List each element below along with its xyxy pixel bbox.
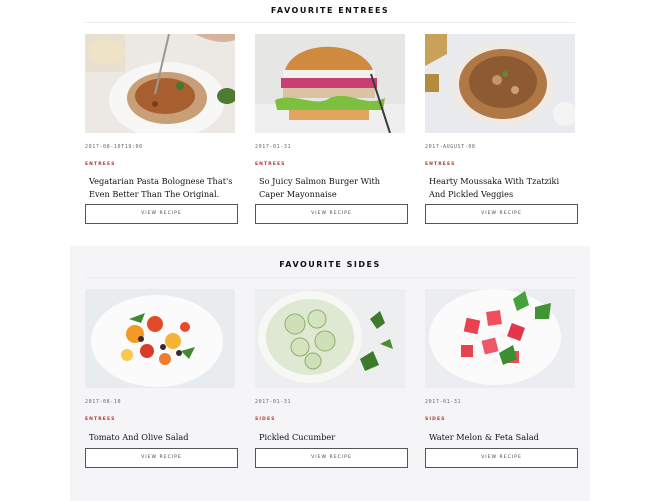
sides-section-title: FAVOURITE SIDES: [279, 260, 381, 269]
recipe-title[interactable]: Tomato And Olive Salad: [89, 431, 235, 444]
recipe-title[interactable]: Pickled Cucumber: [259, 431, 405, 444]
sides-divider: [85, 277, 575, 278]
recipe-title[interactable]: Water Melon & Feta Salad: [429, 431, 575, 444]
recipe-date: 2017-08-10T19:00: [85, 144, 143, 150]
recipe-date: 2017-AUGUST-08: [425, 144, 476, 150]
entrees-divider: [85, 22, 575, 23]
recipe-title[interactable]: Hearty Moussaka With Tzatziki And Pickle…: [429, 175, 575, 200]
recipe-category[interactable]: SIDES: [425, 417, 445, 422]
recipe-category[interactable]: ENTREES: [425, 162, 455, 167]
entree-card-moussaka: 2017-AUGUST-08 ENTREES Hearty Moussaka W…: [425, 34, 579, 224]
side-card-watermelon-feta: 2017-01-31 SIDES Water Melon & Feta Sala…: [425, 289, 579, 469]
view-recipe-button[interactable]: VIEW RECIPE: [85, 448, 238, 468]
view-recipe-button[interactable]: VIEW RECIPE: [425, 448, 578, 468]
recipe-date: 2017-01-31: [255, 399, 292, 405]
recipe-date: 2017-01-31: [425, 399, 462, 405]
recipe-title[interactable]: So Juicy Salmon Burger With Caper Mayonn…: [259, 175, 405, 200]
entrees-section-title: FAVOURITE ENTREES: [270, 6, 390, 15]
side-card-pickled-cucumber: 2017-01-31 SIDES Pickled Cucumber VIEW R…: [255, 289, 409, 469]
view-recipe-button[interactable]: VIEW RECIPE: [85, 204, 238, 224]
recipe-category[interactable]: SIDES: [255, 417, 275, 422]
watermelon-feta-salad-photo[interactable]: [425, 289, 575, 388]
pickled-cucumber-photo[interactable]: [255, 289, 405, 388]
moussaka-photo[interactable]: [425, 34, 575, 133]
recipe-date: 2017-08-10: [85, 399, 122, 405]
view-recipe-button[interactable]: VIEW RECIPE: [425, 204, 578, 224]
recipe-category[interactable]: ENTREES: [255, 162, 285, 167]
view-recipe-button[interactable]: VIEW RECIPE: [255, 204, 408, 224]
view-recipe-button[interactable]: VIEW RECIPE: [255, 448, 408, 468]
salmon-burger-photo[interactable]: [255, 34, 405, 133]
tomato-olive-salad-photo[interactable]: [85, 289, 235, 388]
entree-card-salmon-burger: 2017-01-31 ENTREES So Juicy Salmon Burge…: [255, 34, 409, 224]
recipe-category[interactable]: ENTREES: [85, 162, 115, 167]
recipe-date: 2017-01-31: [255, 144, 292, 150]
entree-card-pasta: 2017-08-10T19:00 ENTREES Vegatarian Past…: [85, 34, 239, 224]
recipe-title[interactable]: Vegatarian Pasta Bolognese That's Even B…: [89, 175, 235, 200]
recipe-category[interactable]: ENTREES: [85, 417, 115, 422]
pasta-bolognese-photo[interactable]: [85, 34, 235, 133]
side-card-tomato-olive: 2017-08-10 ENTREES Tomato And Olive Sala…: [85, 289, 239, 469]
